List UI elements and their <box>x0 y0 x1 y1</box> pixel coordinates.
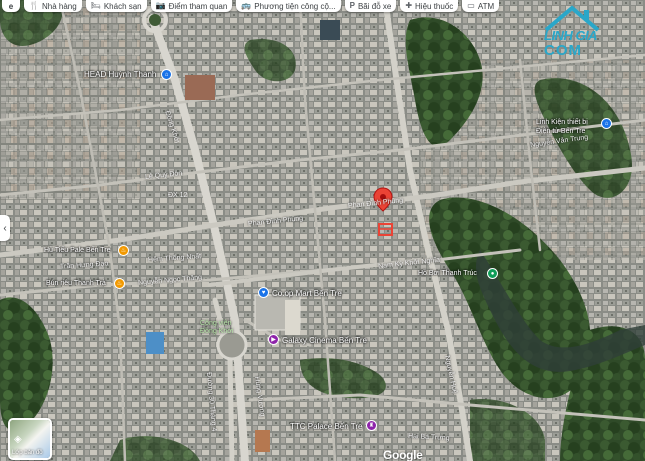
camera-icon: 📷 <box>155 1 166 10</box>
poi-label-linhkien[interactable]: Linh Kiện thiết bị Điện tử Bến Tre <box>536 118 598 136</box>
chip-label: Phương tiện công cộ... <box>254 1 336 11</box>
chip-label: e <box>8 1 14 11</box>
chip-attractions[interactable]: 📷 Điểm tham quan <box>150 0 233 12</box>
red-roof-block <box>185 75 215 100</box>
parking-icon: P <box>349 1 355 10</box>
chip-label: Bãi đỗ xe <box>357 1 392 11</box>
poi-pin-coopmart[interactable]: ♥ <box>258 287 269 298</box>
collapse-panel-button[interactable]: ‹ <box>0 215 10 241</box>
pool <box>146 332 164 354</box>
chip-parking[interactable]: P Bãi đỗ xe <box>344 0 397 12</box>
chip-label: Khách sạn <box>103 1 142 11</box>
map-layers-button[interactable]: ◈ Lớp bản đồ <box>8 418 52 460</box>
poi-pin-galaxy[interactable]: ▶ <box>268 334 279 345</box>
poi-pin-bunrieu[interactable]: ♨ <box>114 278 125 289</box>
watermark-line2: COM <box>544 42 582 59</box>
chip-label: Hiệu thuốc <box>415 1 454 11</box>
watermark-line1: LINH GIA <box>544 28 598 43</box>
google-logo: Google <box>383 448 423 461</box>
poi-label-galaxy[interactable]: Galaxy Cinema Bến Tre <box>282 336 367 345</box>
chip-pharmacy[interactable]: ✚ Hiệu thuốc <box>400 0 459 12</box>
poi-label-bunrieu[interactable]: Bún riêu Thanh Trà <box>46 280 106 287</box>
chip-label: Nhà hàng <box>41 1 77 11</box>
chip-label: ATM <box>477 1 495 11</box>
poi-pin-linhkien[interactable]: ⌂ <box>601 118 612 129</box>
watermark-logo: LINH GIA COM <box>536 4 608 68</box>
poi-pin-hutieu[interactable]: ♨ <box>118 245 129 256</box>
chevron-left-icon: ‹ <box>3 222 7 234</box>
poi-pin-hoboi[interactable]: ● <box>487 268 498 279</box>
poi-label-coopmart[interactable]: Co.op Mart Bến Tre <box>272 289 342 298</box>
poi-label-ttc[interactable]: TTC Palace Bến Tre <box>290 422 362 431</box>
street-label-cong-vien: Công viên Đồng Khởi <box>200 320 234 335</box>
chip-transit[interactable]: 🚌 Phương tiện công cộ... <box>236 0 341 12</box>
chip-hotels[interactable]: 🛏 Khách sạn <box>85 0 147 12</box>
poi-pin-ttc[interactable]: ♜ <box>366 420 377 431</box>
street-label-dx12: ĐX 12 <box>168 192 188 199</box>
bed-icon: 🛏 <box>90 1 101 10</box>
fork-knife-icon: 🍴 <box>29 1 39 10</box>
chip-label: Điểm tham quan <box>168 1 228 11</box>
atm-icon: ▭ <box>467 1 475 10</box>
layers-icon: ◈ <box>14 434 22 445</box>
chip-atm[interactable]: ▭ ATM <box>462 0 500 12</box>
chip-search-overflow[interactable]: e <box>2 0 20 12</box>
poi-pin-head[interactable]: ⌂ <box>161 69 172 80</box>
chip-restaurants[interactable]: 🍴 Nhà hàng <box>24 0 82 12</box>
poi-label-head[interactable]: HEAD Huỳnh Thanh <box>84 70 156 79</box>
poi-label-hutieu[interactable]: Hủ Tiếu Pale Bến Tre <box>44 247 111 254</box>
bus-icon: 🚌 <box>241 1 252 10</box>
poi-label-hoboi[interactable]: Hồ Bơi Thanh Trúc <box>418 270 477 277</box>
layer-label: Lớp bản đồ <box>12 450 43 456</box>
pharmacy-icon: ✚ <box>405 1 413 10</box>
